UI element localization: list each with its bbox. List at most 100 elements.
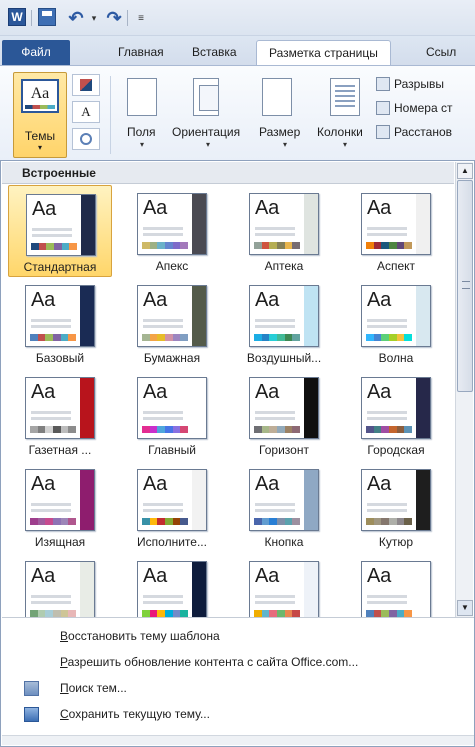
search-themes-item[interactable]: Поиск тем... xyxy=(2,676,474,700)
theme-thumbnail[interactable]: Аа Аспект xyxy=(344,185,448,277)
theme-thumbnail[interactable]: Аа Исполните... xyxy=(120,461,224,553)
tab-references[interactable]: Ссыл xyxy=(414,40,468,65)
undo-dropdown-icon[interactable]: ▾ xyxy=(89,8,99,28)
scroll-up-icon[interactable]: ▲ xyxy=(457,163,473,179)
theme-thumbnail[interactable]: Аа Кутюр xyxy=(344,461,448,553)
theme-color-swatch xyxy=(165,242,173,249)
theme-color-swatch xyxy=(381,610,390,617)
redo-icon[interactable]: ↷ xyxy=(104,8,124,28)
theme-color-swatch xyxy=(381,242,390,249)
columns-icon[interactable] xyxy=(330,78,360,116)
allow-update-hotkey: Р xyxy=(60,655,68,669)
tab-file[interactable]: Файл xyxy=(2,40,70,65)
columns-button[interactable]: Колонки xyxy=(317,125,363,139)
allow-update-item[interactable]: Разрешить обновление контента с сайта Of… xyxy=(2,650,474,674)
theme-accent-bar xyxy=(80,378,94,438)
theme-accent-bar xyxy=(80,286,94,346)
theme-thumbnail[interactable]: Аа Апекс xyxy=(120,185,224,277)
theme-color-swatch xyxy=(404,334,413,341)
theme-thumbnail[interactable]: Аа Бумажная xyxy=(120,277,224,369)
theme-color-swatch xyxy=(30,334,38,341)
margins-dropdown-icon[interactable]: ▾ xyxy=(140,140,144,149)
margins-button[interactable]: Поля xyxy=(127,125,156,139)
theme-accent-bar xyxy=(80,562,94,622)
theme-accent-bar xyxy=(304,378,318,438)
size-dropdown-icon[interactable]: ▾ xyxy=(283,140,287,149)
undo-icon[interactable]: ↶ xyxy=(66,8,86,28)
theme-color-swatch xyxy=(37,610,46,617)
theme-color-swatch xyxy=(396,426,405,433)
theme-colors-button[interactable] xyxy=(72,74,100,96)
theme-color-swatch xyxy=(381,334,390,341)
breaks-button[interactable]: Разрывы xyxy=(376,74,444,94)
gallery-scrollbar[interactable]: ▲ ▼ xyxy=(455,162,473,617)
theme-color-swatch xyxy=(389,426,397,433)
theme-thumbnail[interactable]: Аа Аптека xyxy=(232,185,336,277)
theme-thumbnail[interactable]: Аа Волна xyxy=(344,277,448,369)
themes-button[interactable]: Аа Темы ▾ xyxy=(13,72,67,158)
theme-color-swatch xyxy=(269,610,278,617)
qat-separator xyxy=(31,10,32,26)
theme-sample-text: Аа xyxy=(367,289,391,311)
theme-preview: Аа xyxy=(137,469,207,531)
theme-thumbnail[interactable]: Аа Главный xyxy=(120,369,224,461)
save-theme-item[interactable]: Сохранить текущую тему... xyxy=(2,702,474,726)
theme-color-strip xyxy=(254,426,301,433)
theme-preview: Аа xyxy=(25,469,95,531)
theme-thumbnail[interactable]: Аа Газетная ... xyxy=(8,369,112,461)
theme-effects-button[interactable] xyxy=(72,128,100,150)
theme-thumbnail[interactable]: Аа Городская xyxy=(344,369,448,461)
tab-insert[interactable]: Вставка xyxy=(180,40,249,65)
theme-color-swatch xyxy=(284,334,293,341)
tab-page-layout[interactable]: Разметка страницы xyxy=(256,40,391,65)
theme-thumbnail[interactable]: Аа Изящная xyxy=(8,461,112,553)
theme-color-swatch xyxy=(404,426,413,433)
theme-color-swatch xyxy=(172,610,181,617)
restore-theme-item[interactable]: Восстановить тему шаблона xyxy=(2,624,474,648)
breaks-label: Разрывы xyxy=(394,77,444,91)
theme-color-swatch xyxy=(60,334,69,341)
theme-preview: Аа xyxy=(26,194,96,256)
orientation-icon[interactable] xyxy=(193,78,219,116)
resize-grip[interactable] xyxy=(2,735,474,745)
theme-color-strip xyxy=(142,426,189,433)
theme-color-strip xyxy=(366,334,413,341)
size-icon[interactable] xyxy=(262,78,292,116)
scroll-thumb[interactable] xyxy=(457,180,473,392)
theme-color-strip xyxy=(254,242,301,249)
save-icon[interactable] xyxy=(38,8,56,26)
theme-preview-line xyxy=(367,325,407,328)
theme-preview-line xyxy=(367,601,407,604)
orientation-button[interactable]: Ориентация xyxy=(172,125,240,139)
theme-color-swatch xyxy=(389,242,397,249)
theme-preview-line xyxy=(31,509,71,512)
theme-fonts-button[interactable]: A xyxy=(72,101,100,123)
columns-dropdown-icon[interactable]: ▾ xyxy=(343,140,347,149)
theme-thumbnail[interactable]: Аа Воздушный... xyxy=(232,277,336,369)
line-numbers-icon xyxy=(376,101,390,115)
theme-preview-line xyxy=(32,234,72,237)
theme-sample-text: Аа xyxy=(143,381,167,403)
theme-preview: Аа xyxy=(25,377,95,439)
tab-home[interactable]: Главная xyxy=(106,40,176,65)
line-numbers-label: Номера ст xyxy=(394,101,453,115)
theme-thumbnail[interactable]: Аа Кнопка xyxy=(232,461,336,553)
hyphenation-button[interactable]: Расстанов xyxy=(376,122,452,142)
theme-thumbnail[interactable]: Аа Стандартная xyxy=(8,185,112,277)
theme-accent-bar xyxy=(304,286,318,346)
size-button[interactable]: Размер xyxy=(259,125,300,139)
theme-name: Кутюр xyxy=(378,535,414,549)
theme-preview: Аа xyxy=(137,285,207,347)
theme-thumbnail[interactable]: Аа Базовый xyxy=(8,277,112,369)
breaks-icon xyxy=(376,77,390,91)
line-numbers-button[interactable]: Номера ст xyxy=(376,98,452,118)
theme-accent-bar xyxy=(416,194,430,254)
customize-qat-icon[interactable]: ≡ xyxy=(134,8,148,28)
theme-color-swatch xyxy=(61,243,70,250)
theme-preview-line xyxy=(143,325,183,328)
theme-color-swatch xyxy=(165,518,173,525)
theme-thumbnail[interactable]: Аа Горизонт xyxy=(232,369,336,461)
orientation-dropdown-icon[interactable]: ▾ xyxy=(206,140,210,149)
margins-icon[interactable] xyxy=(127,78,157,116)
scroll-down-icon[interactable]: ▼ xyxy=(457,600,473,616)
